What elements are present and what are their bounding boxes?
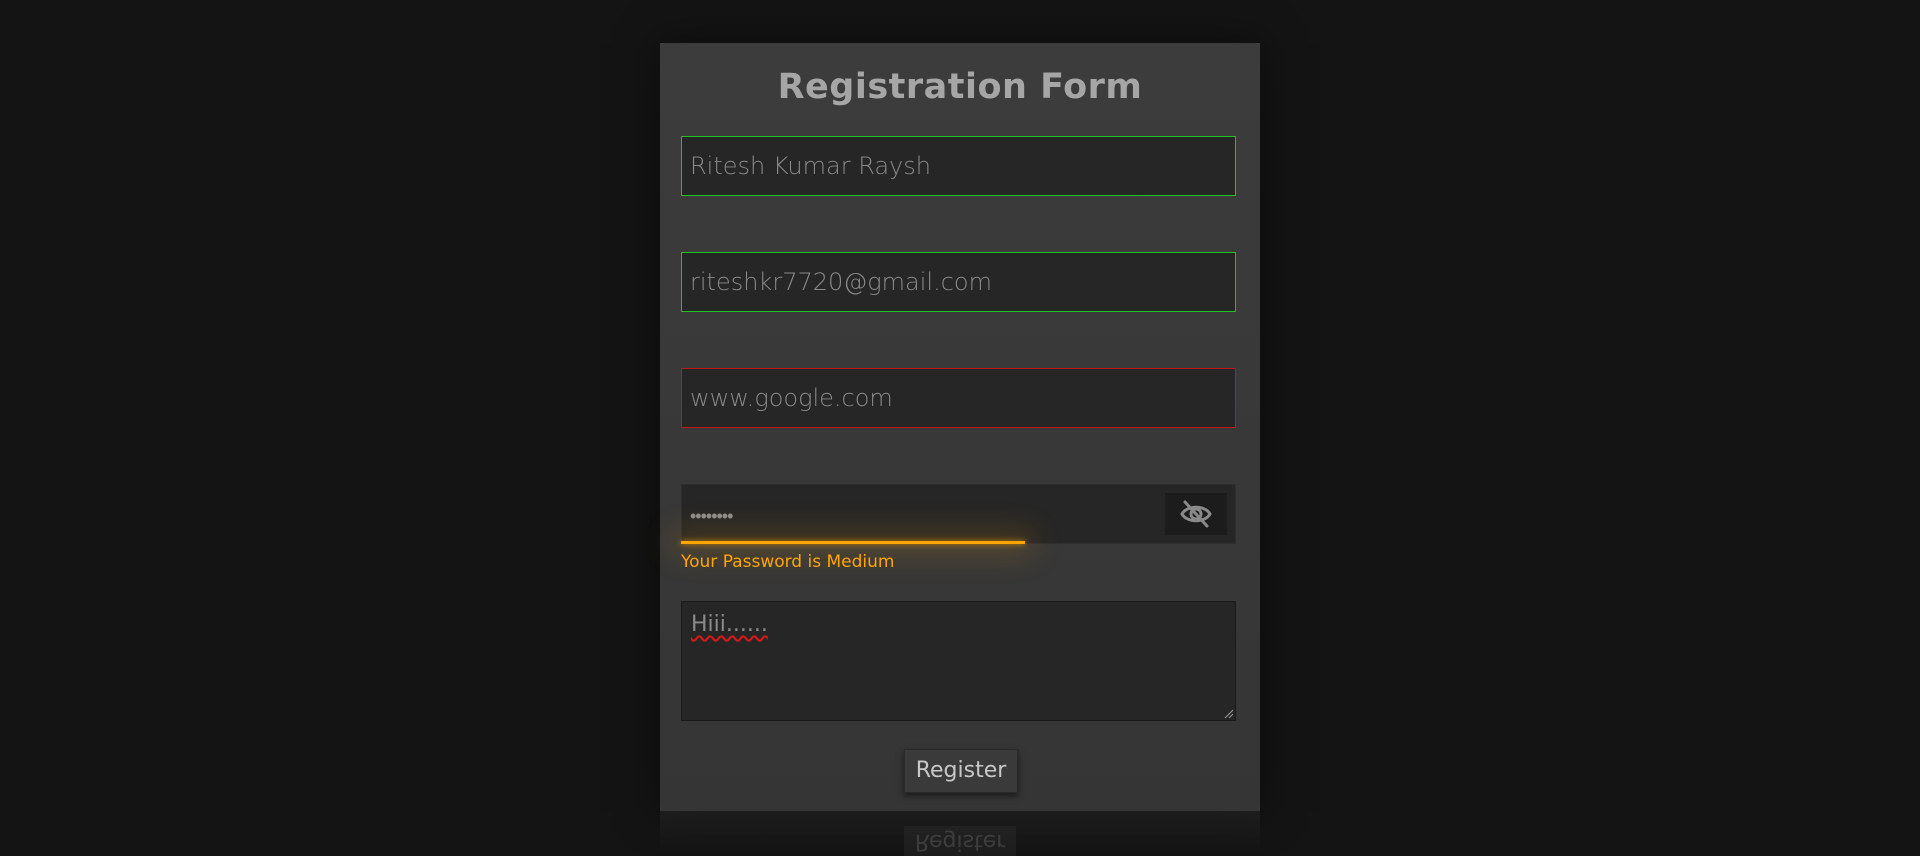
form-reflection: Register — [660, 811, 1260, 856]
register-button[interactable]: Register — [904, 749, 1018, 793]
password-mask: •••••••• — [690, 506, 733, 527]
resize-grip-icon[interactable] — [1223, 708, 1233, 718]
website-input[interactable]: www.google.com — [681, 368, 1236, 428]
form-title: Registration Form — [777, 67, 1143, 107]
email-input[interactable]: riteshkr7720@gmail.com — [681, 252, 1236, 312]
password-strength-bar — [681, 541, 1025, 544]
toggle-password-visibility-button[interactable] — [1165, 493, 1227, 535]
message-textarea[interactable]: Hiii...... — [681, 601, 1236, 721]
message-text: Hiii...... — [691, 612, 768, 637]
password-strength-message: Your Password is Medium — [681, 552, 895, 572]
password-input[interactable]: •••••••• — [681, 484, 1236, 544]
name-input[interactable]: Ritesh Kumar Raysh — [681, 136, 1236, 196]
registration-form: Registration Form Ritesh Kumar Raysh rit… — [660, 43, 1260, 811]
eye-slash-icon — [1180, 500, 1212, 528]
